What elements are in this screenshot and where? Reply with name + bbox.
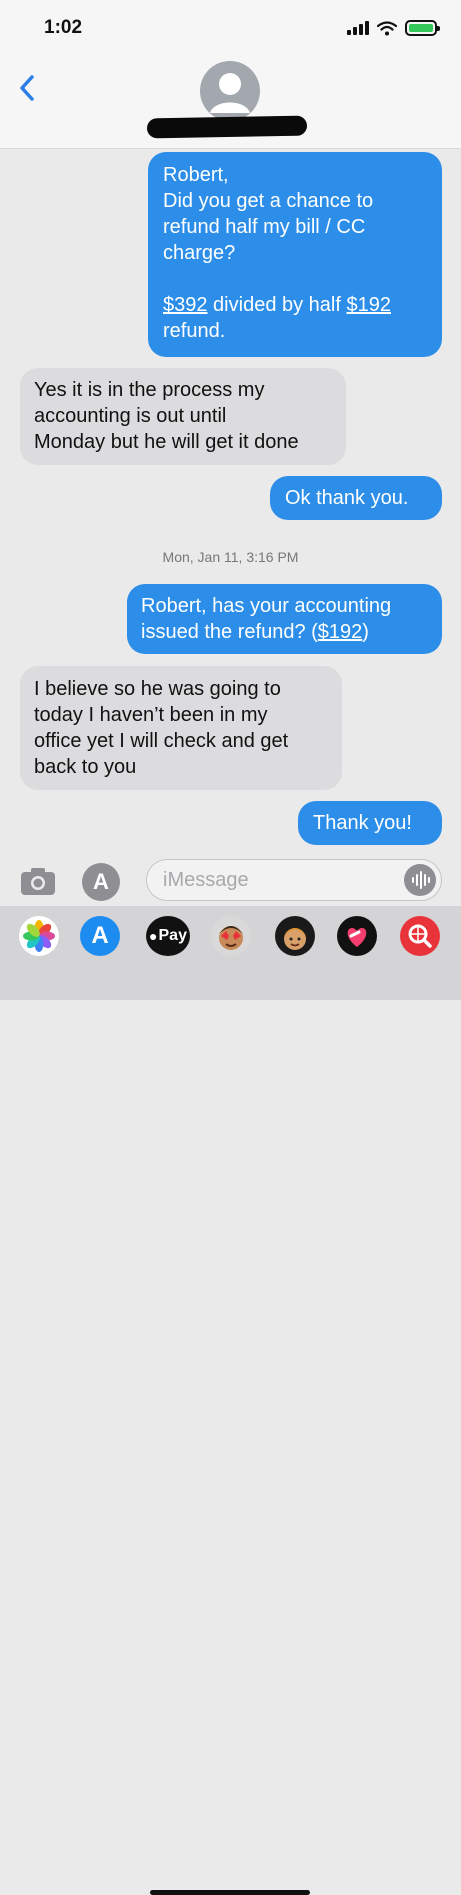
message-line: $392 divided by half $192 [163, 292, 428, 318]
message-text: Yes it is in the process my accounting i… [34, 379, 299, 453]
apple-pay-icon[interactable]: ● Pay [146, 916, 190, 956]
message-line: refund half my bill / CC [163, 216, 366, 238]
apple-pay-label: Pay [158, 927, 187, 944]
app-store-icon[interactable]: A [82, 863, 120, 901]
status-bar: 1:02 [0, 0, 461, 60]
status-icons [347, 20, 440, 36]
message-line: Robert, [163, 164, 229, 186]
heart-icon[interactable] [337, 916, 377, 956]
imessage-input[interactable]: iMessage [146, 859, 442, 901]
message-line: Did you get a chance to [163, 190, 374, 212]
memoji-sticker-icon[interactable] [275, 916, 315, 956]
message-line: charge? [163, 242, 236, 264]
status-time: 1:02 [44, 17, 83, 38]
amount-link[interactable]: $192 [318, 621, 363, 643]
home-indicator[interactable] [150, 1890, 310, 1895]
outgoing-message[interactable]: Thank you! [298, 801, 442, 845]
signal-icon [347, 21, 369, 35]
audio-waveform-icon[interactable] [404, 864, 436, 896]
incoming-message[interactable]: I believe so he was going to today I hav… [20, 666, 342, 790]
wifi-icon [377, 20, 397, 35]
message-text: Thank you! [313, 812, 412, 834]
incoming-message[interactable]: Yes it is in the process my accounting i… [20, 368, 346, 465]
message-text: Ok thank you. [285, 487, 409, 509]
app-store-icon[interactable]: A [80, 916, 120, 956]
apple-logo-icon: ● [149, 928, 158, 944]
outgoing-message[interactable]: Ok thank you. [270, 476, 442, 520]
app-drawer: A ● Pay [0, 906, 461, 1895]
back-chevron-icon[interactable] [16, 73, 40, 103]
outgoing-message[interactable]: Robert, Did you get a chance to refund h… [148, 152, 442, 357]
message-line: Robert, has your accounting [141, 595, 392, 617]
message-text: issued the refund? ( [141, 621, 318, 643]
amount-link[interactable]: $392 [163, 294, 208, 316]
battery-icon [405, 20, 440, 36]
memoji-icon[interactable] [211, 916, 251, 956]
outgoing-message[interactable]: Robert, has your accounting issued the r… [127, 584, 442, 654]
redacted-contact-name [146, 115, 308, 139]
message-text: divided by half [207, 294, 347, 316]
imessage-placeholder: iMessage [163, 869, 249, 891]
contact-avatar-icon[interactable] [200, 61, 260, 121]
camera-icon[interactable] [20, 866, 56, 896]
conversation-timestamp: Mon, Jan 11, 3:16 PM [162, 549, 299, 565]
message-text: I believe so he was going to today I hav… [34, 678, 289, 778]
search-globe-icon[interactable] [400, 916, 440, 956]
amount-link[interactable]: $192 [346, 294, 391, 316]
message-line: issued the refund? ($192) [141, 619, 432, 645]
photos-icon[interactable] [19, 916, 59, 956]
compose-bar: A iMessage [0, 850, 461, 910]
message-text: ) [362, 621, 369, 643]
message-line: refund. [163, 320, 226, 342]
